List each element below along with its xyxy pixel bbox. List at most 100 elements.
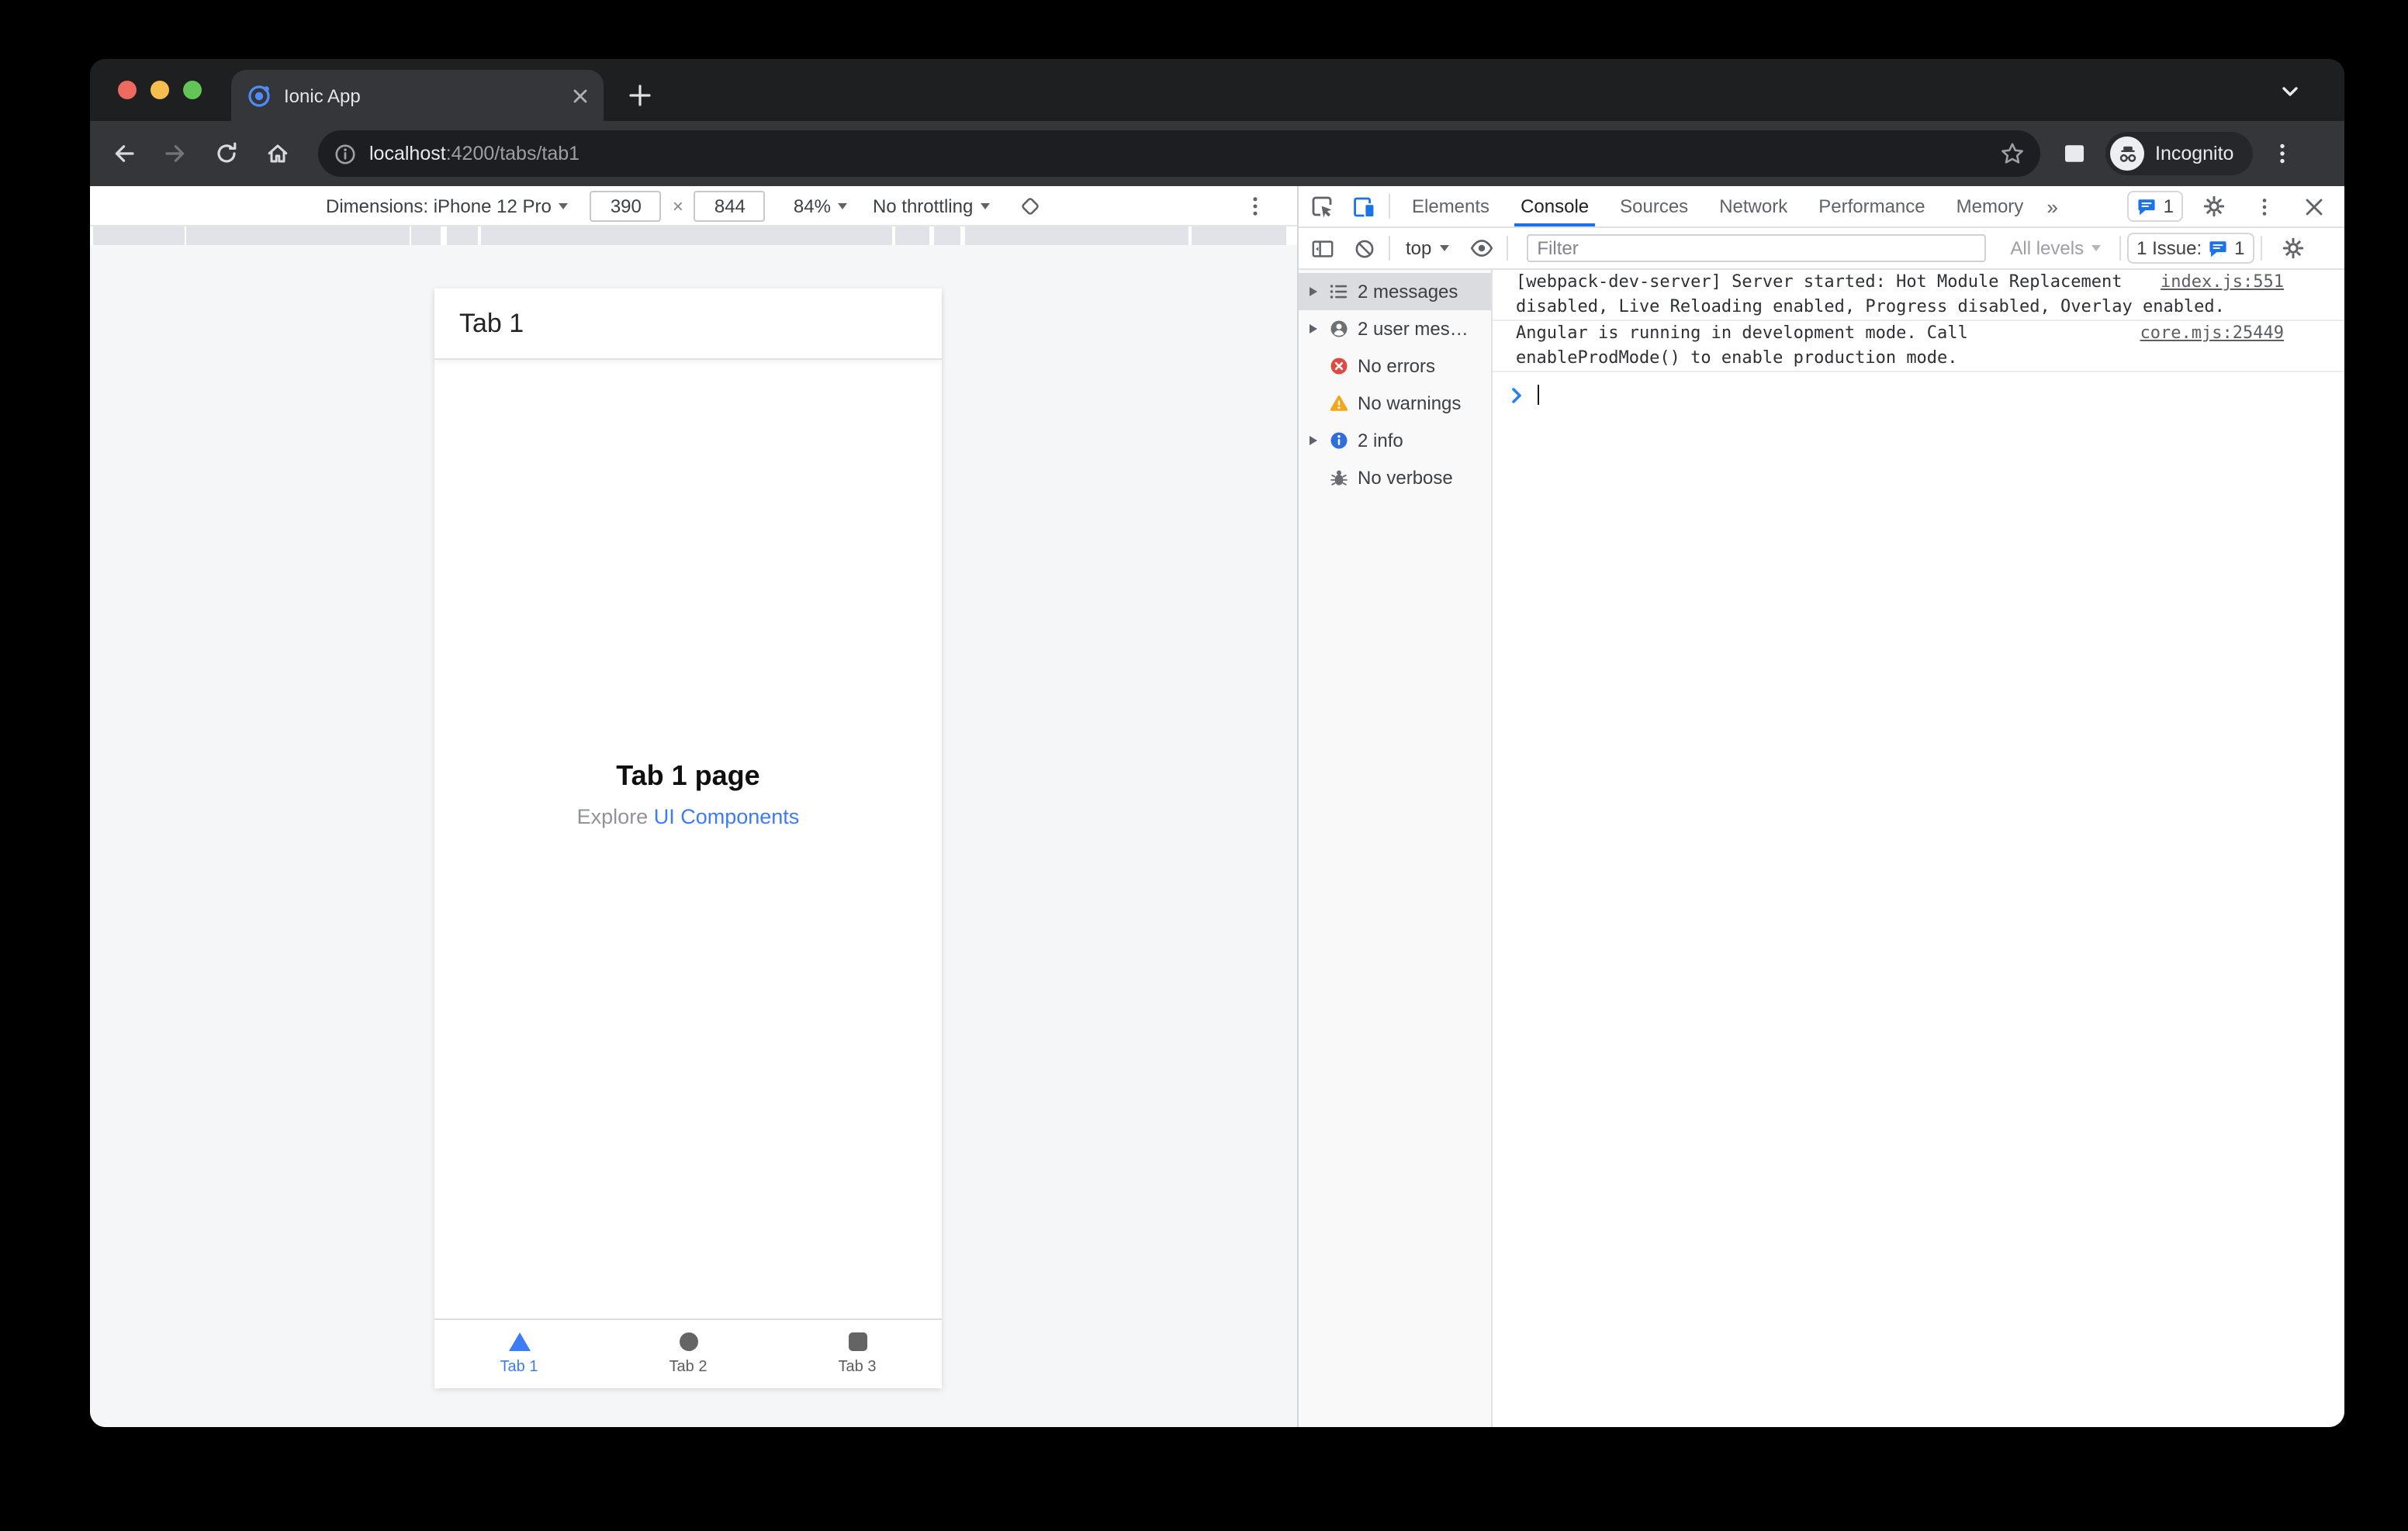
sidebar-item-messages[interactable]: 2 messages bbox=[1299, 273, 1491, 310]
divider bbox=[2260, 236, 2262, 261]
app-tab-1[interactable]: Tab 1 bbox=[434, 1320, 604, 1388]
log-levels-dropdown[interactable]: All levels bbox=[2010, 237, 2102, 259]
chevron-down-icon[interactable] bbox=[2276, 79, 2304, 104]
browser-menu-kebab-icon[interactable] bbox=[2271, 141, 2292, 166]
url-text: localhost:4200/tabs/tab1 bbox=[369, 143, 2000, 164]
ui-components-link[interactable]: UI Components bbox=[654, 805, 800, 828]
incognito-badge[interactable]: Incognito bbox=[2105, 132, 2253, 175]
emulation-canvas: Tab 1 Tab 1 page Explore UI Components T… bbox=[90, 245, 1297, 1427]
console-issues-badge[interactable]: 1 Issue: 1 bbox=[2127, 233, 2254, 264]
app-header-title: Tab 1 bbox=[459, 308, 524, 337]
console-message-text: Angular is running in development mode. … bbox=[1516, 323, 1968, 368]
console-sidebar-toggle-icon[interactable] bbox=[1303, 230, 1341, 267]
source-link[interactable]: index.js:551 bbox=[2161, 270, 2284, 295]
tab-performance[interactable]: Performance bbox=[1803, 186, 1940, 226]
device-select-dropdown[interactable]: Dimensions: iPhone 12 Pro bbox=[326, 195, 569, 216]
triangle-icon bbox=[508, 1332, 530, 1351]
expander-icon[interactable] bbox=[1306, 324, 1320, 334]
page-title: Tab 1 page bbox=[616, 760, 760, 791]
divider bbox=[1389, 236, 1390, 261]
browser-toolbar: localhost:4200/tabs/tab1 Incognito bbox=[90, 121, 2344, 186]
error-icon bbox=[1328, 355, 1350, 377]
device-height-input[interactable] bbox=[694, 190, 766, 221]
reload-button[interactable] bbox=[205, 132, 248, 175]
url-bar[interactable]: localhost:4200/tabs/tab1 bbox=[318, 130, 2040, 177]
divider bbox=[1389, 194, 1390, 219]
back-button[interactable] bbox=[102, 132, 146, 175]
tab-strip: Ionic App bbox=[90, 59, 2344, 121]
close-tab-icon[interactable] bbox=[573, 88, 588, 103]
tab-network[interactable]: Network bbox=[1704, 186, 1803, 226]
device-toolbar-kebab-icon[interactable] bbox=[1244, 193, 1266, 218]
zoom-dropdown[interactable]: 84% bbox=[794, 195, 848, 216]
side-panel-icon[interactable] bbox=[2062, 141, 2087, 166]
site-info-icon[interactable] bbox=[334, 142, 357, 165]
sidebar-item-verbose[interactable]: No verbose bbox=[1299, 459, 1491, 496]
issue-bubble-icon bbox=[2139, 199, 2156, 215]
sidebar-item-user-messages[interactable]: 2 user mes… bbox=[1299, 310, 1491, 347]
devtools-menu-kebab-icon[interactable] bbox=[2245, 188, 2282, 225]
log-levels-value: All levels bbox=[2010, 237, 2085, 259]
tab-elements[interactable]: Elements bbox=[1396, 186, 1505, 226]
new-tab-button[interactable] bbox=[621, 76, 658, 113]
prompt-chevron-icon bbox=[1512, 387, 1521, 403]
sidebar-item-info[interactable]: 2 info bbox=[1299, 422, 1491, 459]
subtitle-text: Explore bbox=[576, 805, 654, 828]
live-expression-eye-icon[interactable] bbox=[1462, 230, 1500, 267]
tab-memory[interactable]: Memory bbox=[1941, 186, 2040, 226]
gear-icon[interactable] bbox=[2195, 188, 2233, 225]
list-icon bbox=[1328, 281, 1350, 302]
clear-console-icon[interactable] bbox=[1345, 230, 1382, 267]
user-icon bbox=[1328, 318, 1350, 340]
app-header: Tab 1 bbox=[434, 289, 942, 360]
maximize-window-button[interactable] bbox=[183, 81, 202, 99]
home-button[interactable] bbox=[256, 132, 299, 175]
sidebar-item-warnings[interactable]: No warnings bbox=[1299, 385, 1491, 422]
console-log[interactable]: index.js:551 [webpack-dev-server] Server… bbox=[1493, 270, 2344, 1427]
close-devtools-icon[interactable] bbox=[2295, 188, 2332, 225]
app-tab-3[interactable]: Tab 3 bbox=[773, 1320, 942, 1388]
square-icon bbox=[848, 1332, 867, 1351]
console-filter-input[interactable] bbox=[1526, 234, 1986, 262]
issues-count: 1 bbox=[2163, 195, 2174, 217]
tab-sources[interactable]: Sources bbox=[1604, 186, 1704, 226]
app-content: Tab 1 page Explore UI Components bbox=[434, 360, 942, 1318]
divider bbox=[2119, 236, 2122, 261]
console-settings-gear-icon[interactable] bbox=[2275, 230, 2312, 267]
minimize-window-button[interactable] bbox=[150, 81, 169, 99]
throttling-dropdown[interactable]: No throttling bbox=[873, 195, 991, 216]
caret-down-icon bbox=[1439, 245, 1449, 251]
forward-button[interactable] bbox=[154, 132, 197, 175]
expander-icon[interactable] bbox=[1306, 287, 1320, 296]
frame-context-dropdown[interactable]: top bbox=[1406, 237, 1449, 259]
devtools-tab-bar: Elements Console Sources Network Perform… bbox=[1299, 186, 2344, 228]
console-body: 2 messages 2 user mes… No errors No warn… bbox=[1299, 270, 2344, 1427]
bug-icon bbox=[1328, 467, 1350, 489]
ionic-favicon bbox=[247, 83, 272, 108]
inspect-element-icon[interactable] bbox=[1303, 188, 1341, 225]
browser-tab-ionic-app[interactable]: Ionic App bbox=[231, 70, 604, 121]
app-tab-2[interactable]: Tab 2 bbox=[604, 1320, 773, 1388]
caret-down-icon bbox=[559, 202, 569, 209]
source-link[interactable]: core.mjs:25449 bbox=[2140, 321, 2284, 346]
issues-badge[interactable]: 1 bbox=[2127, 191, 2183, 222]
browser-window: Ionic App localhost:4200/tabs/tab1 Incog… bbox=[90, 59, 2344, 1427]
rotate-device-icon[interactable] bbox=[1018, 193, 1043, 218]
issue-bubble-icon bbox=[2209, 240, 2226, 257]
close-window-button[interactable] bbox=[118, 81, 137, 99]
tab-console[interactable]: Console bbox=[1505, 186, 1604, 226]
issues-label: 1 Issue: bbox=[2136, 237, 2202, 259]
bookmark-star-icon[interactable] bbox=[2000, 141, 2025, 166]
device-toolbar-toggle-icon[interactable] bbox=[1345, 188, 1382, 225]
expander-icon[interactable] bbox=[1306, 436, 1320, 445]
more-tabs-chevron[interactable]: » bbox=[2039, 195, 2065, 218]
sidebar-item-errors[interactable]: No errors bbox=[1299, 347, 1491, 385]
dimensions-separator: × bbox=[672, 195, 683, 216]
tab-title: Ionic App bbox=[284, 85, 361, 106]
console-prompt[interactable] bbox=[1493, 372, 2344, 405]
desktop: Ionic App localhost:4200/tabs/tab1 Incog… bbox=[0, 0, 2408, 1531]
info-icon bbox=[1328, 430, 1350, 451]
media-query-ruler[interactable] bbox=[90, 226, 1297, 245]
console-sidebar: 2 messages 2 user mes… No errors No warn… bbox=[1299, 270, 1493, 1427]
device-width-input[interactable] bbox=[590, 190, 662, 221]
